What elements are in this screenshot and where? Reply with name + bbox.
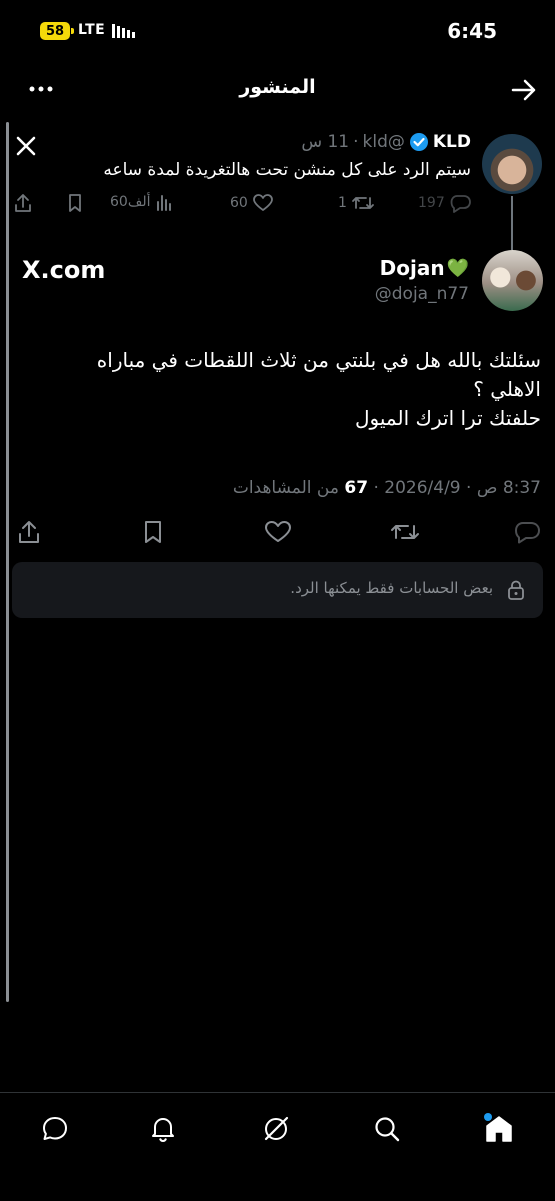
nav-messages[interactable] [37, 1111, 73, 1147]
retweet-button[interactable] [390, 519, 420, 545]
clock: 6:45 [447, 19, 497, 43]
views-count: 60ألف [110, 194, 151, 210]
home-icon [484, 1113, 512, 1142]
thread-connector [511, 196, 513, 250]
signal-icon [112, 24, 135, 38]
retweet-icon [391, 525, 419, 539]
retweet-icon [352, 197, 374, 209]
main-author[interactable]: Dojan 💚 [380, 256, 469, 280]
like-button[interactable] [264, 519, 292, 545]
like-button[interactable]: 60 [230, 192, 274, 214]
views-button[interactable]: 60ألف [110, 192, 174, 212]
status-bar: 58 LTE 6:45 [0, 0, 555, 64]
back-arrow-icon[interactable] [510, 76, 538, 104]
nav-home[interactable] [481, 1111, 517, 1147]
bookmark-icon [69, 194, 81, 212]
reply-icon [450, 195, 471, 213]
battery-indicator: 58 [40, 22, 74, 40]
separator: · [466, 478, 472, 498]
parent-tweet-actions: 60ألف 60 1 197 [12, 192, 482, 220]
bottom-navigation [0, 1092, 555, 1201]
nav-notifications[interactable] [145, 1111, 181, 1147]
main-tweet-actions [14, 516, 544, 548]
tweet-meta: 8:37 ص · 2026/4/9 · 67 من المشاهدات [21, 478, 541, 498]
tweet-line: الاهلي ؟ [473, 377, 541, 401]
verified-icon [409, 133, 428, 151]
green-heart-emoji: 💚 [446, 257, 469, 279]
dojan-avatar[interactable] [482, 250, 543, 311]
parent-tweet-header: KLD @kld · 11 س [301, 132, 471, 152]
reply-count: 197 [418, 195, 445, 211]
page-title: المنشور [239, 76, 316, 98]
restriction-text: بعض الحسابات فقط يمكنها الرد. [290, 579, 493, 597]
like-icon [265, 521, 291, 542]
separator: · [373, 478, 379, 498]
retweet-count: 1 [338, 195, 347, 211]
share-icon [19, 521, 39, 543]
grok-icon [264, 1116, 289, 1141]
reply-restriction-banner: بعض الحسابات فقط يمكنها الرد. [12, 562, 543, 618]
bookmark-button[interactable] [64, 192, 86, 214]
tweet-date: 2026/4/9 [384, 478, 461, 498]
search-icon [375, 1117, 400, 1142]
notifications-icon [152, 1118, 174, 1142]
views-count: 67 [344, 478, 369, 498]
reply-icon [515, 522, 540, 544]
views-icon [157, 195, 172, 211]
retweet-button[interactable]: 1 [338, 192, 375, 214]
nav-grok[interactable] [258, 1111, 294, 1147]
reply-button[interactable] [514, 519, 542, 545]
author-name: Dojan [379, 256, 445, 280]
lock-icon [508, 580, 524, 600]
like-icon [252, 194, 273, 211]
author-name[interactable]: KLD [433, 132, 471, 152]
tweet-line: حلفتك ترا اترك الميول [355, 406, 541, 430]
tweet-time: 8:37 ص [476, 478, 541, 498]
separator: · [353, 132, 359, 152]
like-count: 60 [230, 195, 248, 211]
kld-avatar[interactable] [482, 134, 542, 194]
main-tweet-text: سئلتك بالله هل في بلنتي من ثلاث اللقطات … [21, 346, 541, 433]
network-label: LTE [78, 22, 106, 38]
share-icon [15, 194, 31, 212]
bookmark-icon [145, 521, 161, 543]
time-ago: 11 س [301, 132, 350, 152]
tweet-line: سئلتك بالله هل في بلنتي من ثلاث اللقطات … [96, 348, 541, 372]
author-handle: @kld [362, 132, 405, 152]
share-button[interactable] [16, 519, 42, 545]
scroll-indicator [6, 122, 9, 1002]
views-label: من المشاهدات [232, 478, 339, 498]
nav-search[interactable] [369, 1111, 405, 1147]
reply-button[interactable]: 197 [418, 192, 473, 214]
x-logo-icon [16, 136, 36, 156]
share-button[interactable] [12, 192, 34, 214]
parent-tweet-text: سيتم الرد على كل منشن تحت هالتغريدة لمدة… [103, 160, 471, 180]
top-bar: المنشور [0, 64, 555, 116]
source-label: X.com [22, 256, 105, 284]
source-label-text: X.com [22, 256, 106, 284]
messages-icon [43, 1117, 67, 1140]
author-handle: @doja_n77 [374, 284, 469, 304]
bookmark-button[interactable] [140, 519, 166, 545]
